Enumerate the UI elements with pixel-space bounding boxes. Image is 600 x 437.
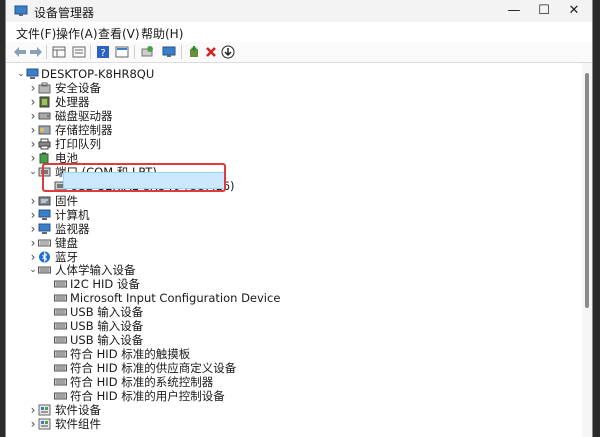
vertical-scrollbar[interactable] (582, 63, 592, 437)
add-driver-icon[interactable] (186, 44, 202, 60)
computer-icon (26, 68, 39, 80)
hid-icon (54, 306, 67, 318)
annotation-red-box (42, 163, 226, 192)
help-icon[interactable]: ? (95, 44, 111, 60)
monitor-icon (38, 223, 51, 235)
properties-icon[interactable] (114, 44, 130, 60)
device-manager-icon (14, 5, 28, 16)
back-arrow-icon[interactable] (12, 44, 28, 60)
menu-help[interactable]: 帮助(H) (141, 25, 183, 42)
download-icon[interactable] (220, 44, 236, 60)
cpu-icon (38, 96, 51, 108)
security-icon (38, 82, 51, 94)
hid-icon (54, 334, 67, 346)
svg-text:?: ? (100, 48, 105, 59)
hid-icon (38, 264, 51, 276)
hid-icon (54, 348, 67, 360)
hid-icon (54, 390, 67, 402)
expand-chevron-icon[interactable]: › (28, 416, 38, 432)
monitor-icon[interactable] (161, 44, 177, 60)
window-title: 设备管理器 (34, 6, 95, 20)
hid-icon (54, 278, 67, 290)
uninstall-icon[interactable] (203, 44, 219, 60)
printer-icon (38, 138, 51, 150)
software-icon (38, 404, 51, 416)
scan-hardware-icon[interactable] (139, 44, 155, 60)
toolbar: ? (6, 42, 592, 63)
menu-file[interactable]: 文件(F) (16, 25, 56, 42)
menu-bar: 文件(F) 操作(A) 查看(V) 帮助(H) (6, 22, 592, 42)
title-bar: 设备管理器 — ☐ ✕ (6, 0, 592, 22)
disk-icon (38, 110, 51, 122)
forward-arrow-icon[interactable] (28, 44, 44, 60)
list-icon[interactable] (71, 44, 87, 60)
close-button[interactable]: ✕ (552, 0, 592, 22)
scrollbar-thumb[interactable] (585, 73, 589, 308)
hid-icon (54, 320, 67, 332)
menu-view[interactable]: 查看(V) (98, 25, 140, 42)
monitor-icon (38, 209, 51, 221)
keyboard-icon (38, 237, 51, 249)
hid-icon (54, 292, 67, 304)
device-manager-window: 设备管理器 — ☐ ✕ 文件(F) 操作(A) 查看(V) 帮助(H) ? ⌄ D… (5, 0, 593, 437)
hid-icon (54, 376, 67, 388)
tree-item-label: 软件组件 (55, 417, 101, 431)
software-icon (38, 418, 51, 430)
tree-item[interactable]: › 软件组件 (6, 416, 582, 432)
grid-icon[interactable] (51, 44, 67, 60)
hid-icon (54, 362, 67, 374)
device-tree[interactable]: ⌄ DESKTOP-K8HR8QU › 安全设备 › 处理器 › 磁盘驱动器 › 存储控制器 › 打印… (6, 63, 582, 437)
firmware-icon (38, 195, 51, 207)
menu-action[interactable]: 操作(A) (56, 25, 98, 42)
storage-icon (38, 124, 51, 136)
